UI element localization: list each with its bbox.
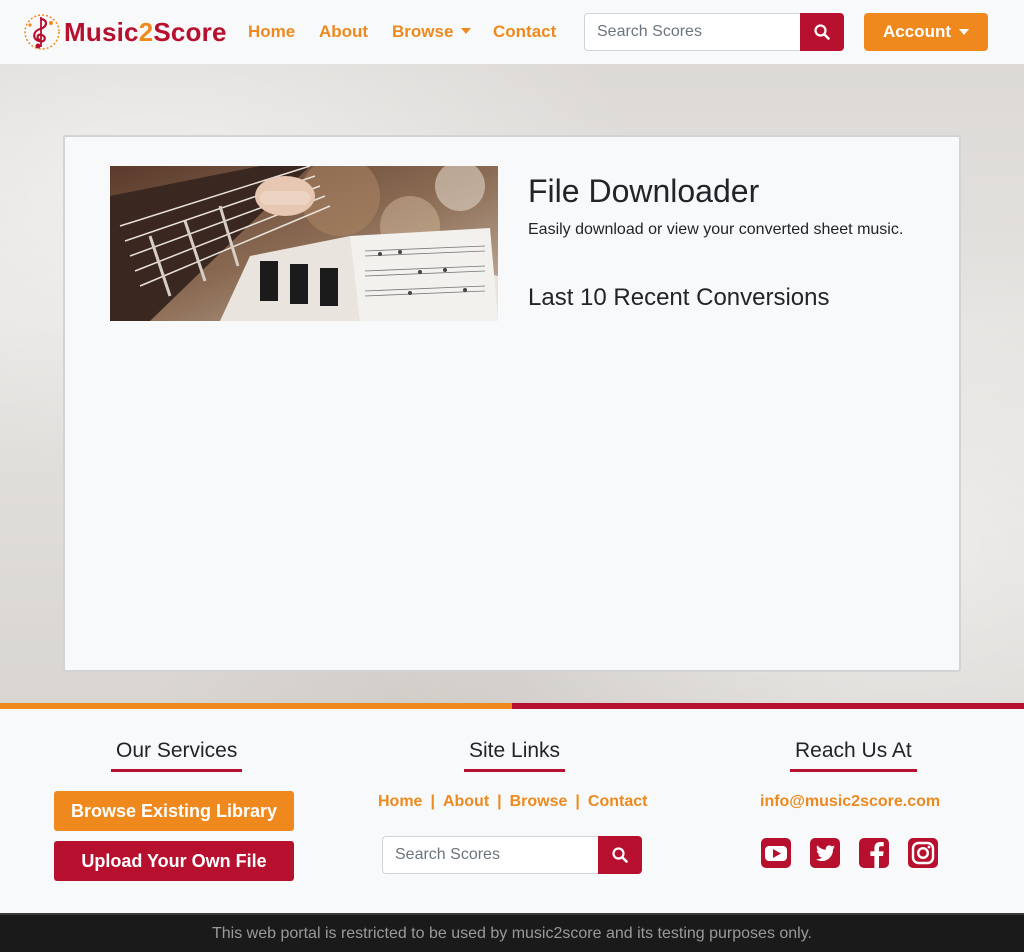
page-subtitle: Easily download or view your converted s… [528, 221, 904, 238]
footer-search-input[interactable] [382, 836, 598, 874]
legal-notice: This web portal is restricted to be used… [0, 913, 1024, 952]
nav-browse-dropdown[interactable]: Browse [392, 22, 472, 42]
page-title: File Downloader [528, 173, 760, 209]
footer-site-links: Home | About | Browse | Contact [378, 793, 648, 811]
footer-about-link[interactable]: About [443, 793, 489, 811]
footer: Our Services Browse Existing Library Upl… [0, 709, 1024, 913]
footer-home-link[interactable]: Home [378, 793, 422, 811]
guitar-piano-photo [110, 166, 498, 321]
services-heading: Our Services [111, 739, 243, 772]
footer-search-button[interactable] [598, 836, 642, 874]
contact-email-link[interactable]: info@music2score.com [760, 793, 940, 811]
chevron-down-icon [461, 28, 472, 34]
nav-home-link[interactable]: Home [248, 22, 295, 42]
search-icon [612, 847, 628, 863]
upload-file-button[interactable]: Upload Your Own File [54, 841, 294, 881]
chevron-down-icon [959, 29, 969, 35]
nav-about-link[interactable]: About [319, 22, 368, 42]
site-links-heading: Site Links [464, 739, 566, 772]
footer-browse-link[interactable]: Browse [510, 793, 568, 811]
account-dropdown-button[interactable]: Account [864, 13, 988, 51]
footer-search [382, 836, 642, 874]
navbar: Music2Score Home About Browse Contact Ac… [0, 0, 1024, 64]
youtube-icon[interactable] [760, 837, 792, 869]
nav-search [584, 13, 844, 51]
search-icon [814, 24, 830, 40]
facebook-icon[interactable] [858, 837, 890, 869]
music-note-logo-icon [24, 14, 60, 50]
nav-contact-link[interactable]: Contact [493, 22, 556, 42]
brand-name: Music2Score [64, 16, 227, 47]
browse-library-button[interactable]: Browse Existing Library [54, 791, 294, 831]
brand-logo[interactable]: Music2Score [22, 13, 227, 51]
downloader-card: File Downloader Easily download or view … [63, 135, 961, 672]
nav-search-input[interactable] [584, 13, 800, 51]
guitar-piano-image [110, 166, 498, 321]
footer-contact-link[interactable]: Contact [588, 793, 648, 811]
reach-us-heading: Reach Us At [790, 739, 917, 772]
instagram-icon[interactable] [907, 837, 939, 869]
recent-conversions-heading: Last 10 Recent Conversions [528, 284, 830, 311]
twitter-icon[interactable] [809, 837, 841, 869]
nav-search-button[interactable] [800, 13, 844, 51]
